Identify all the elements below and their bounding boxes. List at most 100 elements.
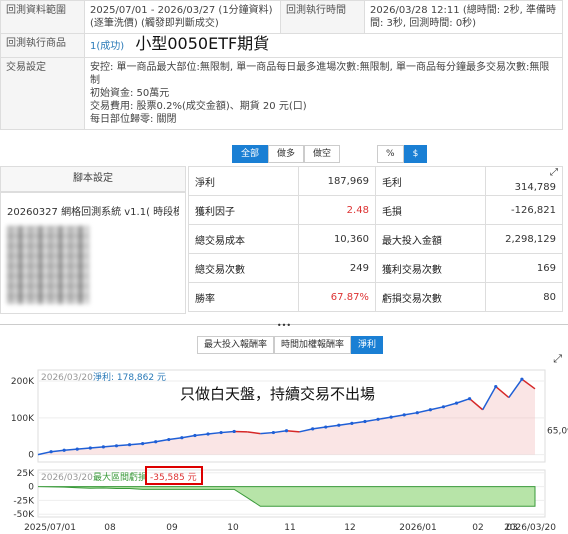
equity-point [311,427,315,431]
stat-label: 淨利 [187,166,300,196]
stat-label: 毛損 [374,195,487,225]
expand-icon[interactable]: ⤢ [550,167,558,178]
stats-row: 總交易成本 10,360 最大投入金額 2,298,129 [187,224,563,254]
x-tick-label: 2026/01 [399,523,436,533]
backtest-info-table: 回測資料範圍 2025/07/01 - 2026/03/27 (1分鐘資料) (… [0,0,563,130]
product-label: 回測執行商品 [0,33,85,58]
equity-point [167,437,171,442]
bottom-y-tick-label: -50K [13,510,35,520]
unit-tabs: % $ [377,145,428,163]
script-name: 20260327 網格回測系統 v1.1( 時段模 [7,207,179,218]
tab-short[interactable]: 做空 [304,145,341,163]
equity-point [441,405,446,409]
tab-long[interactable]: 做多 [268,145,305,163]
equity-point [114,444,119,448]
settings-line: 安控: 單一商品最大部位:無限制, 單一商品每日最多進場次數:無限制, 單一商品… [90,62,550,86]
equity-point [141,442,145,446]
chart-tabs: 最大投入報酬率 時間加權報酬率 淨利 [197,336,384,354]
settings-line: 初始資金: 50萬元 [90,88,170,99]
equity-point [520,377,524,381]
equity-point [454,401,459,405]
top-legend-date: 2026/03/20 [41,373,93,383]
direction-tabs: 全部 做多 做空 [232,145,341,163]
tab-dollar[interactable]: $ [403,145,428,163]
stat-label: 虧損交易次數 [374,282,487,312]
product-link[interactable]: 1(成功) [90,41,124,52]
stat-value-text: 314,789 [514,181,556,193]
stat-value: 169 [485,253,563,283]
equity-point [232,429,236,434]
x-tick-label: 09 [166,523,178,533]
x-tick-label: 08 [104,523,116,533]
equity-point [468,397,472,401]
top-y-tick-label: 200K [11,377,35,387]
equity-point [428,408,432,412]
top-y-tick-label: 0 [28,451,34,461]
stats-row: 總交易次數 249 獲利交易次數 169 [187,253,563,283]
script-settings-body: 20260327 網格回測系統 v1.1( 時段模 [0,192,186,314]
tab-net-profit[interactable]: 淨利 [351,336,384,354]
stat-value: 2.48 [298,195,376,225]
equity-point [193,433,197,438]
equity-point [324,425,328,429]
period-label: 回測資料範圍 [0,0,85,34]
tab-all[interactable]: 全部 [232,145,269,163]
stat-label: 最大投入金額 [374,224,487,254]
tab-percent[interactable]: % [377,145,404,163]
chart-annotation: 只做白天盤，持續交易不出場 [180,385,376,403]
equity-point [350,421,354,425]
tab-max-invest-return[interactable]: 最大投入報酬率 [197,336,275,354]
product-cell: 1(成功) 小型0050ETF期貨 [84,33,563,58]
stats-row: 獲利因子 2.48 毛損 -126,821 [187,195,563,225]
equity-point [154,440,158,444]
x-tick-label: 12 [344,523,355,533]
drawdown-highlight-box [145,466,203,485]
settings-line: 每日部位歸零: 關閉 [90,114,177,125]
stat-value: 2,298,129 [485,224,563,254]
stat-value: 249 [298,253,376,283]
stat-value: 187,969 [298,166,376,196]
tab-time-weighted-return[interactable]: 時間加權報酬率 [274,336,352,354]
equity-point [337,423,341,427]
equity-point [389,415,393,419]
period-value: 2025/07/01 - 2026/03/27 (1分鐘資料) (逐筆洗價) (… [84,0,281,34]
equity-point [494,384,498,389]
stat-label: 毛利 [374,166,487,196]
settings-line: 交易費用: 股票0.2%(成交金額)、期貨 20 元(口) [90,101,307,112]
x-tick-label: 2026/03/20 [504,523,556,533]
bottom-legend-label: 最大區間虧損 [93,471,147,483]
bottom-y-tick-label: -25K [13,496,35,506]
product-title: 小型0050ETF期貨 [135,34,270,53]
equity-point [415,411,419,415]
equity-point [271,430,276,435]
top-y-tick-label: 100K [11,414,35,424]
equity-point [206,432,210,436]
settings-label: 交易設定 [0,57,85,130]
script-settings-header: 腳本設定 [0,166,186,192]
equity-point [180,436,184,440]
stats-row: 勝率 67.87% 虧損交易次數 80 [187,282,563,312]
redacted-block [7,226,89,304]
equity-point [127,443,132,447]
stat-value: 80 [485,282,563,312]
equity-point [101,445,105,449]
equity-point [75,447,79,451]
stat-value: -126,821 [485,195,563,225]
equity-point [62,448,66,452]
panel-splitter[interactable]: ••• [0,322,568,330]
bottom-legend-date: 2026/03/20 [41,473,93,483]
x-tick-label: 2025/07/01 [24,523,76,533]
top-last-value-label: 65,093 [547,427,568,437]
stat-label: 獲利因子 [187,195,300,225]
stats-table: 淨利 187,969 毛利 ⤢ 314,789 獲利因子 2.48 毛損 -12… [187,166,563,312]
top-legend-label: 淨利: 178,862 元 [93,371,166,383]
stat-value: 10,360 [298,224,376,254]
equity-point [363,419,367,424]
equity-point [219,430,223,435]
stat-value: 67.87% [298,282,376,312]
equity-point [402,413,406,417]
x-tick-label: 11 [284,523,295,533]
bottom-y-tick-label: 0 [28,483,34,493]
x-tick-label: 10 [227,523,239,533]
stats-row: 淨利 187,969 毛利 ⤢ 314,789 [187,166,563,196]
